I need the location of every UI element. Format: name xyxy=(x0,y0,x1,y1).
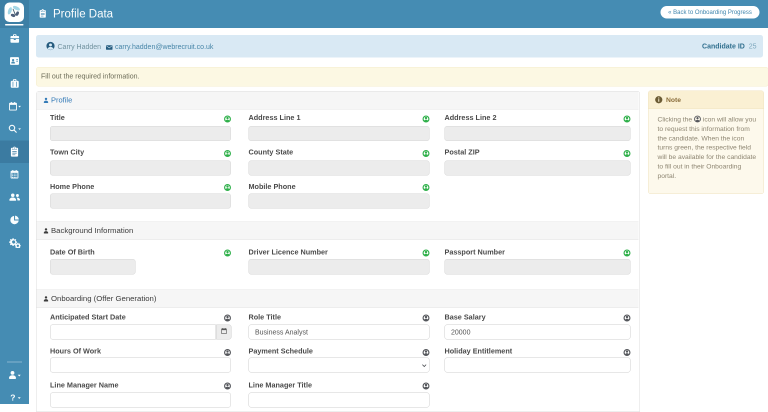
svg-text:?: ? xyxy=(10,392,15,402)
